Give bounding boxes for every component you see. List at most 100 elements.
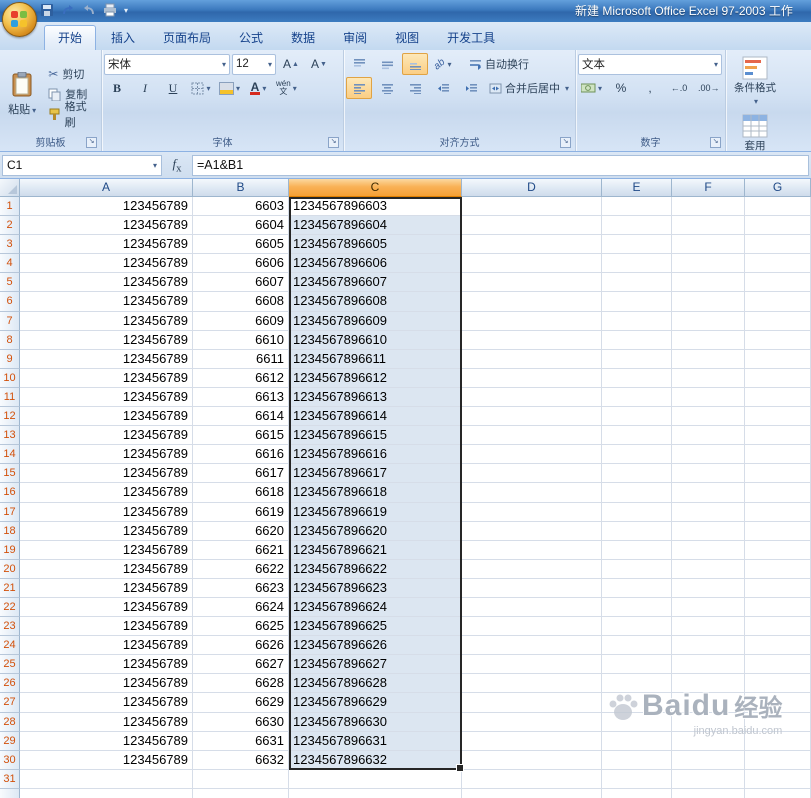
percent-style-button[interactable]: % [608,77,634,99]
tab-页面布局[interactable]: 页面布局 [150,26,224,50]
tab-公式[interactable]: 公式 [226,26,276,50]
cell-C12[interactable]: 1234567896614 [289,407,462,427]
clipboard-dialog-launcher-icon[interactable]: ↘ [86,137,97,148]
row-header-23[interactable]: 23 [0,617,20,637]
cell-A1[interactable]: 123456789 [20,197,193,217]
cell-A18[interactable]: 123456789 [20,521,193,541]
row-header-31[interactable]: 31 [0,769,20,789]
cell-F16[interactable] [672,483,745,503]
cell-F23[interactable] [672,617,745,637]
redo-icon[interactable] [82,3,96,17]
cell-C11[interactable]: 1234567896613 [289,387,462,408]
phonetic-guide-button[interactable]: wén 文 ▾ [273,77,300,99]
format-as-table-button[interactable]: 套用表格格式 ▾ [728,110,782,151]
cell-E15[interactable] [602,464,672,484]
cell-B8[interactable]: 6610 [193,330,289,350]
fill-color-button[interactable]: ▾ [216,77,243,99]
align-center-button[interactable] [374,77,400,99]
tab-开发工具[interactable]: 开发工具 [434,26,508,50]
cell-B28[interactable]: 6630 [193,712,289,732]
cell-A12[interactable]: 123456789 [20,407,193,427]
row-header-11[interactable]: 11 [0,387,20,408]
row-header-25[interactable]: 25 [0,655,20,675]
cell-F6[interactable] [672,292,745,312]
cell-C16[interactable]: 1234567896618 [289,483,462,503]
cell-A24[interactable]: 123456789 [20,636,193,656]
cell-F3[interactable] [672,235,745,255]
cell-D11[interactable] [462,387,602,408]
row-header-28[interactable]: 28 [0,712,20,732]
cell-D8[interactable] [462,330,602,350]
row-header-2[interactable]: 2 [0,216,20,236]
cell-F[interactable] [672,788,745,798]
cell-B12[interactable]: 6614 [193,407,289,427]
row-header-26[interactable]: 26 [0,674,20,694]
align-top-button[interactable] [346,53,372,75]
cell-D31[interactable] [462,769,602,789]
cell-F20[interactable] [672,559,745,579]
cell-E9[interactable] [602,349,672,369]
cell-A2[interactable]: 123456789 [20,216,193,236]
cell-C23[interactable]: 1234567896625 [289,617,462,637]
cell-F10[interactable] [672,368,745,388]
cell-B17[interactable]: 6619 [193,502,289,522]
cell-F5[interactable] [672,273,745,293]
conditional-formatting-button[interactable]: 条件格式 ▾ [728,52,782,108]
cell-E17[interactable] [602,502,672,522]
decrease-indent-button[interactable] [430,77,456,99]
column-header-D[interactable]: D [462,179,602,197]
column-header-G[interactable]: G [745,179,811,197]
row-header-3[interactable]: 3 [0,235,20,255]
save-icon[interactable] [40,3,54,17]
cell-A[interactable] [20,788,193,798]
formula-input[interactable]: =A1&B1 [192,154,809,176]
row-header-13[interactable]: 13 [0,426,20,446]
row-header-16[interactable]: 16 [0,483,20,503]
currency-style-button[interactable]: ▾ [578,77,605,99]
cell-G1[interactable] [745,197,811,217]
cell-E7[interactable] [602,311,672,331]
merge-center-button[interactable]: 合并后居中 ▾ [486,78,572,98]
borders-button[interactable]: ▾ [188,77,214,99]
cell-E5[interactable] [602,273,672,293]
cell-G13[interactable] [745,426,811,446]
cell-C25[interactable]: 1234567896627 [289,655,462,675]
cell-C2[interactable]: 1234567896604 [289,216,462,236]
cell-F7[interactable] [672,311,745,331]
cell-A17[interactable]: 123456789 [20,502,193,522]
cell-C10[interactable]: 1234567896612 [289,368,462,388]
cell-G15[interactable] [745,464,811,484]
name-box-caret-icon[interactable]: ▾ [153,161,157,170]
cell-A6[interactable]: 123456789 [20,292,193,312]
cell-C13[interactable]: 1234567896615 [289,426,462,446]
cell-A20[interactable]: 123456789 [20,559,193,579]
cell-G14[interactable] [745,445,811,465]
cell-G8[interactable] [745,330,811,350]
cell-C29[interactable]: 1234567896631 [289,731,462,751]
cell-E24[interactable] [602,636,672,656]
cell-C3[interactable]: 1234567896605 [289,235,462,255]
cell-D29[interactable] [462,731,602,751]
cell-C24[interactable]: 1234567896626 [289,636,462,656]
cell-C7[interactable]: 1234567896609 [289,311,462,331]
row-header-21[interactable]: 21 [0,578,20,598]
office-button[interactable] [2,2,37,37]
cell-F2[interactable] [672,216,745,236]
cell-G30[interactable] [745,750,811,770]
column-header-B[interactable]: B [193,179,289,197]
cell-D23[interactable] [462,617,602,637]
cell-E19[interactable] [602,540,672,560]
cell-B7[interactable]: 6609 [193,311,289,331]
cell-E20[interactable] [602,559,672,579]
cell-A11[interactable]: 123456789 [20,387,193,408]
cell-E16[interactable] [602,483,672,503]
row-header-9[interactable]: 9 [0,349,20,369]
cell-D13[interactable] [462,426,602,446]
paste-button[interactable]: 粘贴 ▾ [2,52,42,136]
row-header-12[interactable]: 12 [0,407,20,427]
cell-G24[interactable] [745,636,811,656]
cell-D30[interactable] [462,750,602,770]
cell-B6[interactable]: 6608 [193,292,289,312]
cell-F19[interactable] [672,540,745,560]
cell-F22[interactable] [672,597,745,618]
